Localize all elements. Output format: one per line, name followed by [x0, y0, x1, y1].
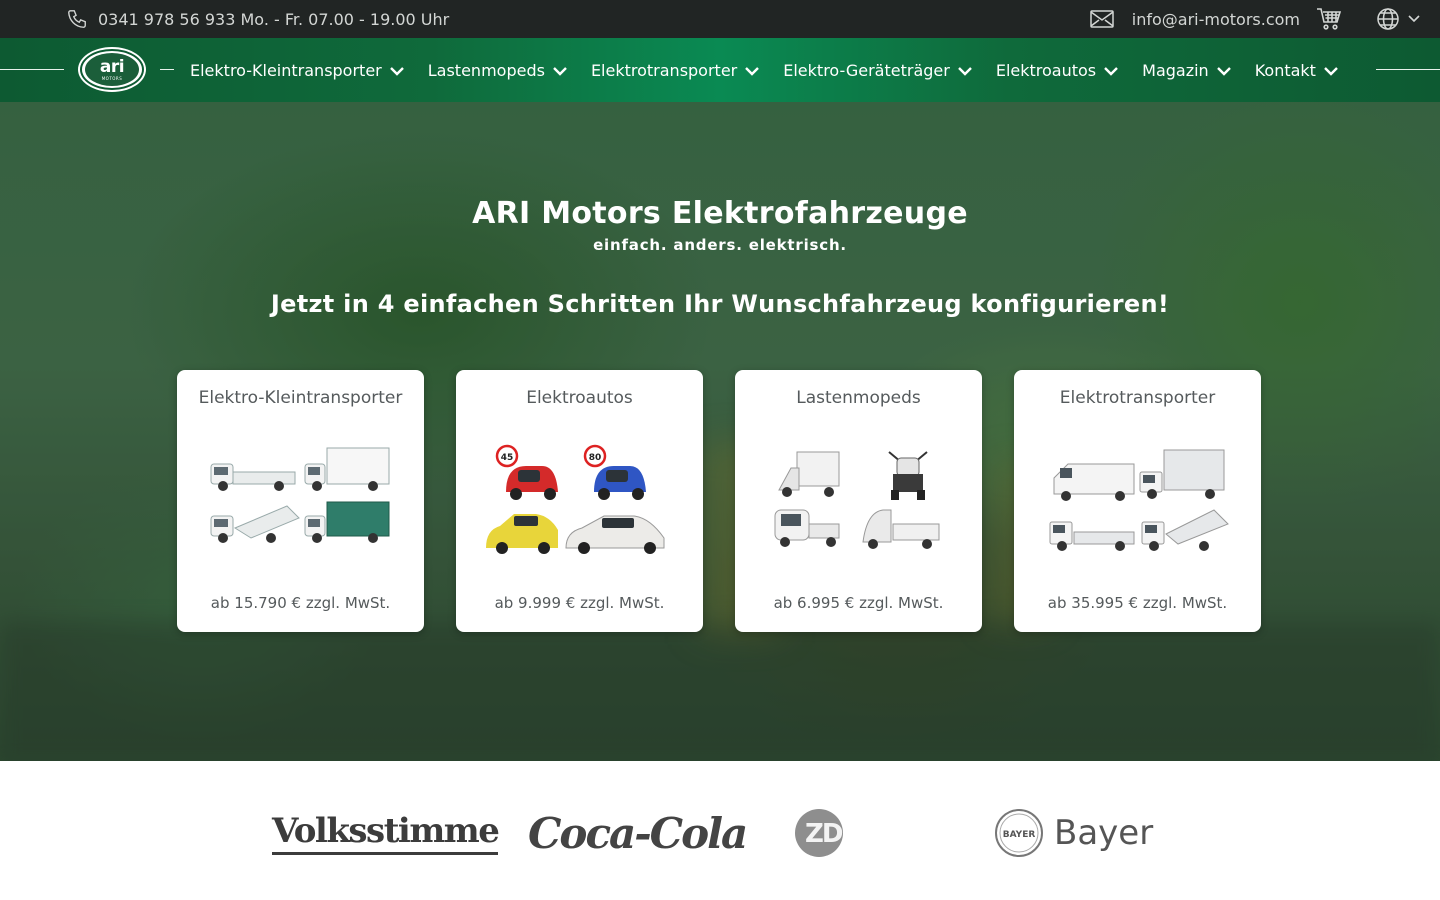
category-card-elektro-kleintransporter[interactable]: Elektro-Kleintransporter ab 15.790 € zzg…: [177, 370, 424, 632]
zdf-wordmark: ZDF: [805, 819, 857, 849]
category-card-lastenmopeds[interactable]: Lastenmopeds ab 6.995 € zzgl. MwSt.: [735, 370, 982, 632]
nav-item-elektroautos[interactable]: Elektroautos: [996, 61, 1118, 80]
hero-title: ARI Motors Elektrofahrzeuge: [472, 196, 968, 231]
nav-dash: [160, 69, 174, 70]
card-title: Elektro-Kleintransporter: [198, 388, 403, 408]
elektroautos-vehicles-image: 45 80: [486, 444, 665, 554]
category-cards: Elektro-Kleintransporter ab 15.790 € zzg…: [177, 370, 1261, 632]
press-logos-strip: Volksstimme Coca-Cola ZDF BAYER Bayer: [0, 761, 1440, 900]
ari-motors-logo[interactable]: ari MOTORS: [80, 49, 144, 90]
nav-item-label: Elektroautos: [995, 60, 1097, 80]
nav-item-label: Elektro-Geräteträger: [783, 60, 950, 80]
nav-item-lastenmopeds[interactable]: Lastenmopeds: [428, 61, 567, 80]
speed-badge-45: 45: [501, 453, 514, 463]
chevron-down-icon: [957, 61, 972, 80]
nav-item-elektro-kleintransporter[interactable]: Elektro-Kleintransporter: [190, 61, 404, 80]
main-navigation: ari MOTORS Elektro-Kleintransporter Last…: [0, 38, 1440, 102]
chevron-down-icon: [389, 61, 404, 80]
phone-icon: [66, 8, 88, 30]
top-bar: 0341 978 56 933 Mo. - Fr. 07.00 - 19.00 …: [0, 0, 1440, 38]
hero-tagline: einfach. anders. elektrisch.: [593, 236, 847, 254]
nav-item-kontakt[interactable]: Kontakt: [1255, 61, 1338, 80]
bayer-cross-text: BAYER: [1003, 830, 1036, 840]
speed-badge-80: 80: [589, 453, 602, 463]
category-card-elektrotransporter[interactable]: Elektrotransporter ab 35.995 € zzgl. MwS…: [1014, 370, 1261, 632]
email-contact[interactable]: info@ari-motors.com: [1090, 10, 1300, 29]
nav-item-magazin[interactable]: Magazin: [1142, 61, 1231, 80]
chevron-down-icon: [1324, 61, 1338, 80]
phone-contact[interactable]: 0341 978 56 933 Mo. - Fr. 07.00 - 19.00 …: [66, 0, 449, 38]
chevron-down-icon: [553, 61, 567, 80]
volksstimme-wordmark: Volksstimme: [272, 810, 500, 851]
chevron-down-icon: [1104, 61, 1118, 80]
chevron-down-icon: [1408, 15, 1420, 23]
card-title: Elektrotransporter: [1059, 388, 1216, 408]
nav-divider-left: [0, 69, 64, 70]
zdf-icon: ZDF: [795, 809, 859, 857]
nav-item-elektrotransporter[interactable]: Elektrotransporter: [590, 60, 760, 80]
nav-item-label: Magazin: [1142, 60, 1209, 80]
logo-subtext: MOTORS: [101, 75, 123, 81]
phone-text[interactable]: 0341 978 56 933 Mo. - Fr. 07.00 - 19.00 …: [98, 10, 449, 29]
card-title: Lastenmopeds: [796, 388, 921, 408]
card-price: ab 15.790 € zzgl. MwSt.: [210, 594, 391, 612]
hero-configurator-heading: Jetzt in 4 einfachen Schritten Ihr Wunsc…: [270, 290, 1170, 318]
language-selector[interactable]: [1376, 7, 1420, 31]
chevron-down-icon: [1216, 61, 1231, 80]
hero-section: ARI Motors Elektrofahrzeuge einfach. and…: [0, 102, 1440, 761]
card-price: ab 9.999 € zzgl. MwSt.: [494, 594, 665, 612]
logo-wordmark: ari: [99, 56, 125, 77]
bayer-wordmark: Bayer: [1054, 813, 1154, 853]
nav-item-elektro-geraetetraeger[interactable]: Elektro-Geräteträger: [783, 61, 972, 80]
card-price: ab 35.995 € zzgl. MwSt.: [1047, 594, 1228, 612]
zdf-logo: ZDF: [795, 803, 879, 863]
kleintransporter-vehicles-image: [210, 447, 390, 543]
coca-cola-wordmark: Coca-Cola: [528, 808, 748, 858]
bayer-cross-icon: BAYER: [995, 809, 1043, 857]
chevron-down-icon: [745, 61, 760, 80]
nav-divider-right: [1376, 69, 1440, 70]
category-card-elektroautos[interactable]: Elektroautos 45 80 ab 9.999 € zzgl. MwSt…: [456, 370, 703, 632]
lastenmopeds-vehicles-image: [774, 451, 940, 549]
mail-icon: [1090, 10, 1114, 28]
volksstimme-logo: Volksstimme: [272, 809, 500, 855]
coca-cola-logo: Coca-Cola: [528, 803, 748, 863]
nav-item-label: Elektrotransporter: [590, 60, 738, 80]
cart-icon[interactable]: [1316, 7, 1342, 31]
card-price: ab 6.995 € zzgl. MwSt.: [773, 594, 944, 612]
card-title: Elektroautos: [526, 388, 633, 408]
nav-item-label: Lastenmopeds: [427, 60, 545, 80]
nav-item-label: Elektro-Kleintransporter: [190, 60, 382, 80]
elektrotransporter-vehicles-image: [1049, 449, 1229, 551]
globe-icon: [1376, 7, 1400, 31]
nav-item-label: Kontakt: [1254, 60, 1316, 80]
nav-menu: Elektro-Kleintransporter Lastenmopeds El…: [190, 38, 1338, 102]
bayer-logo: BAYER Bayer: [994, 803, 1153, 863]
email-text[interactable]: info@ari-motors.com: [1132, 10, 1300, 29]
